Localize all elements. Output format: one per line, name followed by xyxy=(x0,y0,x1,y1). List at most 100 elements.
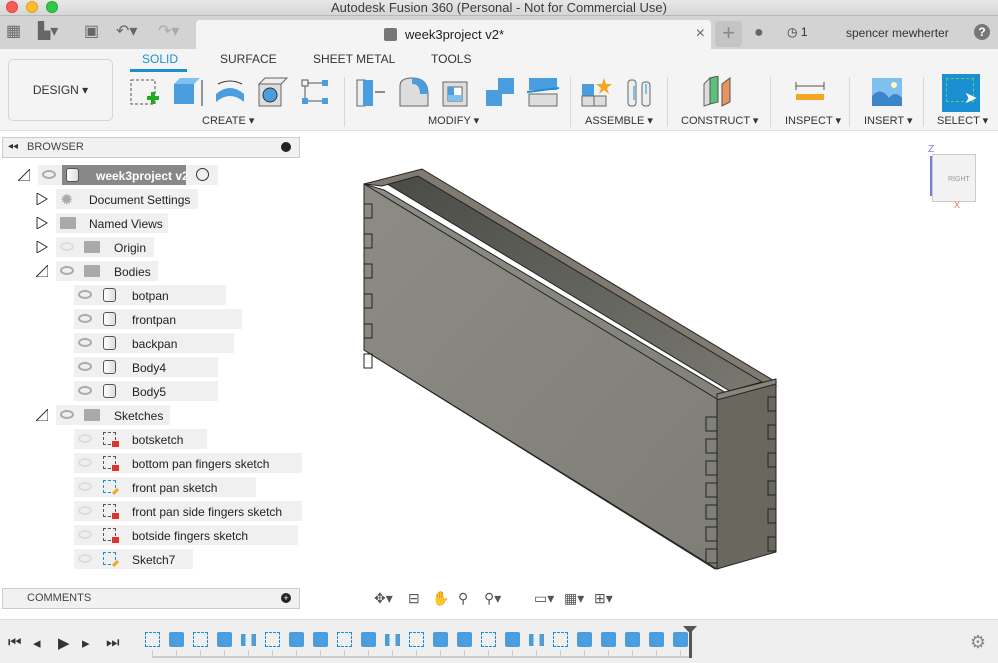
timeline-extrude-icon[interactable] xyxy=(217,632,232,647)
expanded-triangle-icon[interactable] xyxy=(36,265,48,277)
workspace-switcher[interactable]: DESIGN ▾ xyxy=(8,59,113,121)
visibility-eye-icon[interactable] xyxy=(42,170,56,179)
tab-tools[interactable]: TOOLS xyxy=(431,52,471,66)
inspect-group-label[interactable]: INSPECT ▾ xyxy=(785,114,841,127)
expanded-triangle-icon[interactable] xyxy=(36,409,48,421)
timeline-combine-icon[interactable] xyxy=(313,632,328,647)
job-status[interactable]: ◷ 1 xyxy=(787,25,808,39)
visibility-eye-icon[interactable] xyxy=(60,266,74,275)
timeline-extrude-icon[interactable] xyxy=(169,632,184,647)
timeline-pattern-icon[interactable] xyxy=(529,634,544,646)
play-icon[interactable]: ▶ xyxy=(58,634,70,652)
collapsed-triangle-icon[interactable] xyxy=(36,241,48,253)
timeline-sketch-icon[interactable] xyxy=(265,632,280,647)
timeline-pattern-icon[interactable] xyxy=(385,634,400,646)
hidden-eye-icon[interactable] xyxy=(78,506,92,515)
tree-item-body[interactable]: frontpan xyxy=(0,309,242,329)
data-panel-grid-icon[interactable]: ▦ xyxy=(6,24,21,40)
tree-item-body[interactable]: Body4 xyxy=(0,357,218,377)
visibility-eye-icon[interactable] xyxy=(78,386,92,395)
viewcube[interactable]: RIGHT Z X xyxy=(924,144,984,214)
tree-item-body[interactable]: Body5 xyxy=(0,381,218,401)
insert-image-icon[interactable] xyxy=(871,76,903,108)
hidden-eye-icon[interactable] xyxy=(78,482,92,491)
insert-group-label[interactable]: INSERT ▾ xyxy=(864,114,913,127)
timeline-sketch-icon[interactable] xyxy=(409,632,424,647)
tree-item-named-views[interactable]: Named Views xyxy=(0,213,170,233)
hidden-eye-icon[interactable] xyxy=(78,434,92,443)
combine-icon[interactable] xyxy=(484,76,516,108)
tree-item-sketch[interactable]: front pan sketch xyxy=(0,477,300,497)
minimize-panel-icon[interactable] xyxy=(281,142,291,152)
tree-item-origin[interactable]: Origin xyxy=(0,237,160,257)
add-comment-icon[interactable]: + xyxy=(281,593,291,603)
timeline-combine-icon[interactable] xyxy=(673,632,688,647)
file-menu-icon[interactable]: ▙▾ xyxy=(38,24,58,40)
hole-icon[interactable] xyxy=(257,76,289,108)
timeline-pattern-icon[interactable] xyxy=(241,634,256,646)
timeline-combine-icon[interactable] xyxy=(649,632,664,647)
model-canvas[interactable] xyxy=(302,132,998,618)
create-group-label[interactable]: CREATE ▾ xyxy=(202,114,254,127)
construct-plane-icon[interactable] xyxy=(702,76,734,108)
assemble-group-label[interactable]: ASSEMBLE ▾ xyxy=(585,114,653,127)
pan-hand-icon[interactable]: ✋ xyxy=(432,590,449,607)
joint-icon[interactable] xyxy=(624,76,656,108)
go-to-start-icon[interactable]: ⏮ xyxy=(8,634,22,651)
timeline-extrude-icon[interactable] xyxy=(505,632,520,647)
timeline-extrude-icon[interactable] xyxy=(625,632,640,647)
pattern-icon[interactable] xyxy=(300,76,332,108)
step-forward-icon[interactable]: ▸ xyxy=(82,634,90,652)
viewports-icon[interactable]: ⊞▾ xyxy=(594,590,613,607)
new-tab-button[interactable]: + xyxy=(715,21,742,47)
help-icon[interactable]: ? xyxy=(974,24,990,40)
tree-item-sketch[interactable]: bottom pan fingers sketch xyxy=(0,453,319,473)
construct-group-label[interactable]: CONSTRUCT ▾ xyxy=(681,114,758,127)
tree-item-body[interactable]: botpan xyxy=(0,285,226,305)
measure-icon[interactable] xyxy=(794,76,826,108)
hidden-eye-icon[interactable] xyxy=(78,554,92,563)
select-tool-button[interactable]: ➤ xyxy=(942,74,980,112)
3d-viewport[interactable]: RIGHT Z X xyxy=(302,132,998,618)
save-icon[interactable]: ▣ xyxy=(84,24,99,40)
extrude-icon[interactable] xyxy=(172,76,204,108)
visibility-eye-icon[interactable] xyxy=(78,290,92,299)
extensions-icon[interactable]: ● xyxy=(754,25,764,41)
collapsed-triangle-icon[interactable] xyxy=(36,193,48,205)
collapse-panel-icon[interactable]: ◂◂ xyxy=(8,141,18,152)
orbit-icon[interactable]: ✥▾ xyxy=(374,590,393,607)
close-tab-icon[interactable]: × xyxy=(696,25,705,43)
activate-radio-icon[interactable] xyxy=(196,168,209,181)
hidden-eye-icon[interactable] xyxy=(78,530,92,539)
timeline-sketch-icon[interactable] xyxy=(193,632,208,647)
timeline-sketch-icon[interactable] xyxy=(337,632,352,647)
step-back-icon[interactable]: ◂ xyxy=(33,634,41,652)
grid-settings-icon[interactable]: ▦▾ xyxy=(564,590,584,607)
timeline-extrude-icon[interactable] xyxy=(433,632,448,647)
tree-root[interactable]: week3project v2 xyxy=(0,165,220,185)
display-settings-icon[interactable]: ▭▾ xyxy=(534,590,554,607)
timeline-sketch-icon[interactable] xyxy=(553,632,568,647)
redo-icon[interactable]: ↷▾ xyxy=(158,24,179,40)
undo-icon[interactable]: ↶▾ xyxy=(116,24,137,40)
zoom-icon[interactable]: ⚲ xyxy=(458,590,468,607)
tab-solid[interactable]: SOLID xyxy=(142,52,178,66)
fit-window-icon[interactable]: ⚲▾ xyxy=(484,590,501,607)
tree-item-document-settings[interactable]: ✹ Document Settings xyxy=(0,189,200,209)
create-sketch-icon[interactable] xyxy=(129,76,161,108)
tree-item-sketch[interactable]: botside fingers sketch xyxy=(0,525,300,545)
timeline-sketch-icon[interactable] xyxy=(481,632,496,647)
look-at-icon[interactable]: ⊟ xyxy=(408,590,420,607)
timeline-combine-icon[interactable] xyxy=(601,632,616,647)
user-name[interactable]: spencer mewherter xyxy=(846,26,949,40)
fillet-icon[interactable] xyxy=(398,76,430,108)
collapsed-triangle-icon[interactable] xyxy=(36,217,48,229)
tree-item-sketch[interactable]: Sketch7 xyxy=(0,549,300,569)
visibility-eye-icon[interactable] xyxy=(78,338,92,347)
modify-group-label[interactable]: MODIFY ▾ xyxy=(428,114,479,127)
visibility-eye-icon[interactable] xyxy=(60,410,74,419)
timeline-extrude-icon[interactable] xyxy=(289,632,304,647)
tab-sheet-metal[interactable]: SHEET METAL xyxy=(313,52,395,66)
tree-item-sketch[interactable]: front pan side fingers sketch xyxy=(0,501,347,521)
visibility-eye-icon[interactable] xyxy=(78,362,92,371)
